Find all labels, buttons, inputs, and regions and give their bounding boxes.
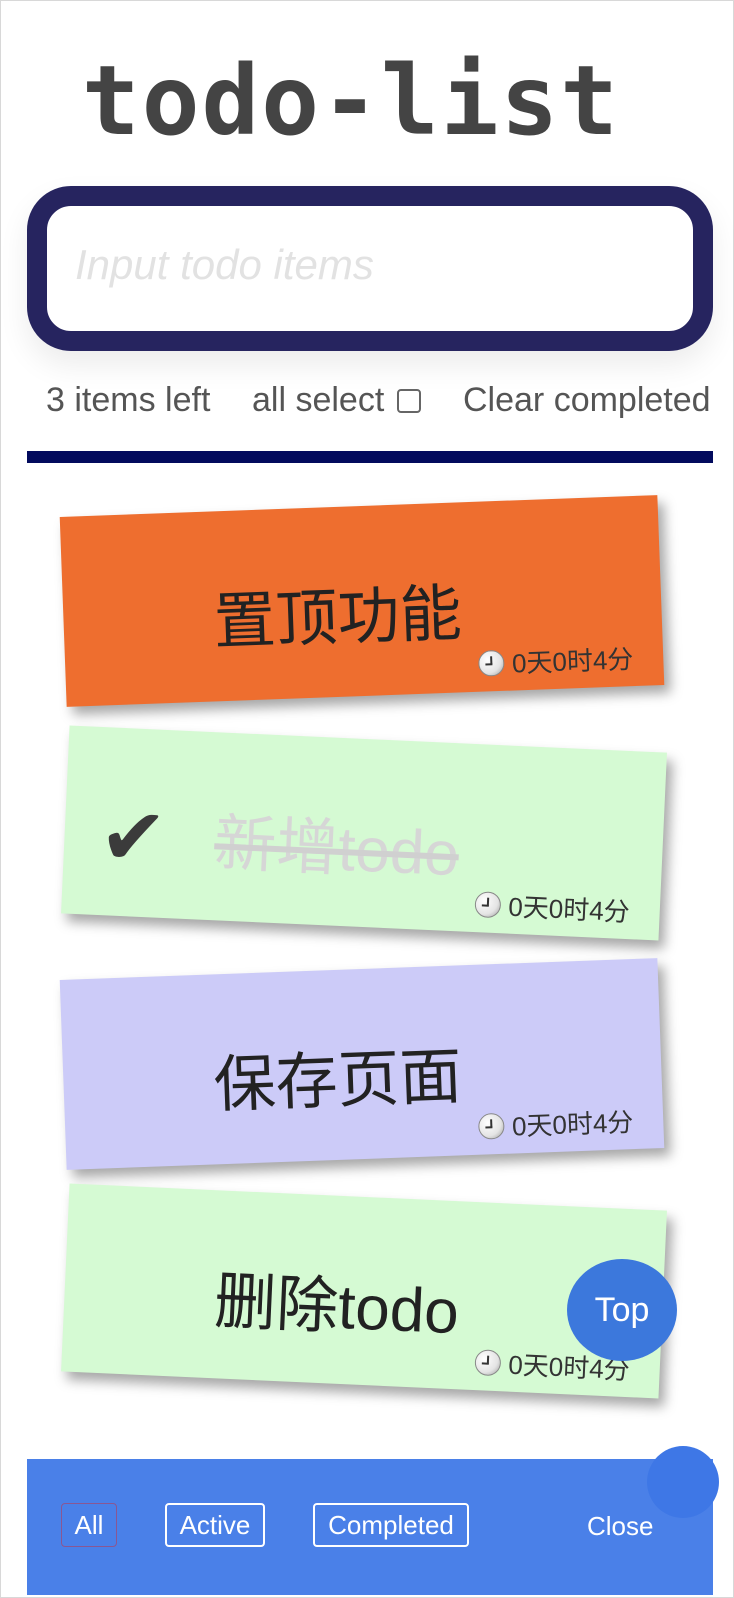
clock-icon xyxy=(477,1112,505,1140)
scroll-top-button[interactable]: Top xyxy=(567,1259,677,1361)
todo-item[interactable]: 置顶功能 0天0时4分 xyxy=(59,495,665,707)
todo-duration: 0天0时4分 xyxy=(511,644,634,679)
todo-timer: 0天0时4分 xyxy=(473,885,631,929)
clock-icon xyxy=(473,1348,502,1376)
floating-action-button[interactable] xyxy=(647,1446,719,1518)
todo-text: 删除todo xyxy=(212,1267,461,1348)
clock-icon xyxy=(477,649,505,677)
todo-text: 置顶功能 xyxy=(212,579,463,658)
stats-bar: 3 items left all select Clear completed xyxy=(1,381,734,427)
todo-duration: 0天0时4分 xyxy=(511,1107,634,1142)
items-left-count: 3 items left xyxy=(46,381,211,419)
clear-completed-button[interactable]: Clear completed xyxy=(463,381,711,420)
todo-item[interactable]: 保存页面 0天0时4分 xyxy=(59,958,665,1170)
todo-timer: 0天0时4分 xyxy=(477,1102,634,1145)
filter-active-button[interactable]: Active xyxy=(165,1503,265,1547)
todo-input-container xyxy=(27,186,713,351)
divider xyxy=(27,451,713,463)
footer-bar: All Active Completed Close xyxy=(27,1459,713,1595)
app-frame: todo-list 3 items left all select Clear … xyxy=(0,0,734,1598)
filter-all-button[interactable]: All xyxy=(61,1503,117,1547)
todo-item[interactable]: ✔ 新增todo 0天0时4分 xyxy=(61,725,667,941)
todo-input[interactable] xyxy=(55,214,677,316)
all-select-label: all select xyxy=(252,381,385,419)
check-icon[interactable]: ✔ xyxy=(98,789,169,885)
todo-timer: 0天0时4分 xyxy=(477,639,634,682)
close-button[interactable]: Close xyxy=(587,1511,653,1542)
all-select-checkbox[interactable] xyxy=(397,389,421,413)
clock-icon xyxy=(473,890,502,918)
todo-text: 新增todo xyxy=(212,809,461,890)
filter-completed-button[interactable]: Completed xyxy=(313,1503,469,1547)
todo-duration: 0天0时4分 xyxy=(507,891,631,928)
todo-text: 保存页面 xyxy=(212,1042,463,1121)
page-title: todo-list xyxy=(81,45,621,157)
